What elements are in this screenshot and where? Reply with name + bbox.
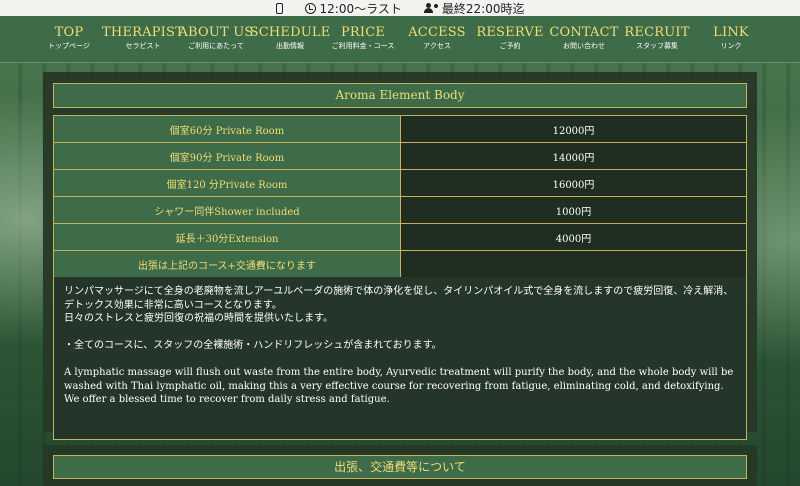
section-title: Aroma Element Body <box>53 83 747 108</box>
nav-label-en: LINK <box>713 25 749 40</box>
table-row: 個室90分 Private Room 14000円 <box>53 142 747 170</box>
last-entry-text: 最終22:00時迄 <box>441 1 525 16</box>
course-name: 延長＋30分Extension <box>53 223 401 251</box>
top-info-bar: 12:00〜ラスト 最終22:00時迄 <box>0 0 800 16</box>
hours-text: 12:00〜ラスト <box>319 1 402 16</box>
course-name: 個室90分 Private Room <box>53 142 401 170</box>
course-price: 4000円 <box>400 223 747 251</box>
table-row: 個室60分 Private Room 12000円 <box>53 115 747 143</box>
price-table: 個室60分 Private Room 12000円 個室90分 Private … <box>53 115 747 278</box>
next-section-title: 出張、交通費等について <box>53 455 747 479</box>
course-price: 12000円 <box>400 115 747 143</box>
phone-link[interactable] <box>275 2 283 14</box>
course-price: 1000円 <box>400 196 747 224</box>
table-row: 出張は上記のコース+交通費になります <box>53 250 747 278</box>
nav-label-jp: リンク <box>720 42 742 50</box>
course-description: リンパマッサージにて全身の老廃物を流しアーユルベーダの施術で体の浄化を促し、タイ… <box>53 277 747 440</box>
description-jp: リンパマッサージにて全身の老廃物を流しアーユルベーダの施術で体の浄化を促し、タイ… <box>64 286 734 311</box>
table-row: 個室120 分Private Room 16000円 <box>53 169 747 197</box>
clock-icon <box>304 2 316 14</box>
last-entry-info: 最終22:00時迄 <box>423 0 525 17</box>
nav-link[interactable]: LINK リンク <box>686 16 776 51</box>
hours-info: 12:00〜ラスト <box>304 0 402 17</box>
description-en: We offer a blessed time to recover from … <box>64 394 390 405</box>
description-note: ・全てのコースに、スタッフの全裸施術・ハンドリフレッシュが含まれております。 <box>64 340 442 351</box>
course-price <box>400 250 747 278</box>
table-row: 延長＋30分Extension 4000円 <box>53 223 747 251</box>
course-name: 個室60分 Private Room <box>53 115 401 143</box>
main-nav: TOP トップページ THERAPIST セラピスト ABOUT US ご利用に… <box>0 16 800 63</box>
course-price: 16000円 <box>400 169 747 197</box>
course-name: シャワー同伴Shower included <box>53 196 401 224</box>
course-name: 個室120 分Private Room <box>53 169 401 197</box>
users-icon <box>423 2 438 14</box>
table-row: シャワー同伴Shower included 1000円 <box>53 196 747 224</box>
phone-icon[interactable] <box>275 2 283 14</box>
description-en: A lymphatic massage will flush out waste… <box>64 367 734 392</box>
course-price: 14000円 <box>400 142 747 170</box>
description-jp: 日々のストレスと疲労回復の祝福の時間を提供いたします。 <box>64 313 333 324</box>
course-name: 出張は上記のコース+交通費になります <box>53 250 401 278</box>
